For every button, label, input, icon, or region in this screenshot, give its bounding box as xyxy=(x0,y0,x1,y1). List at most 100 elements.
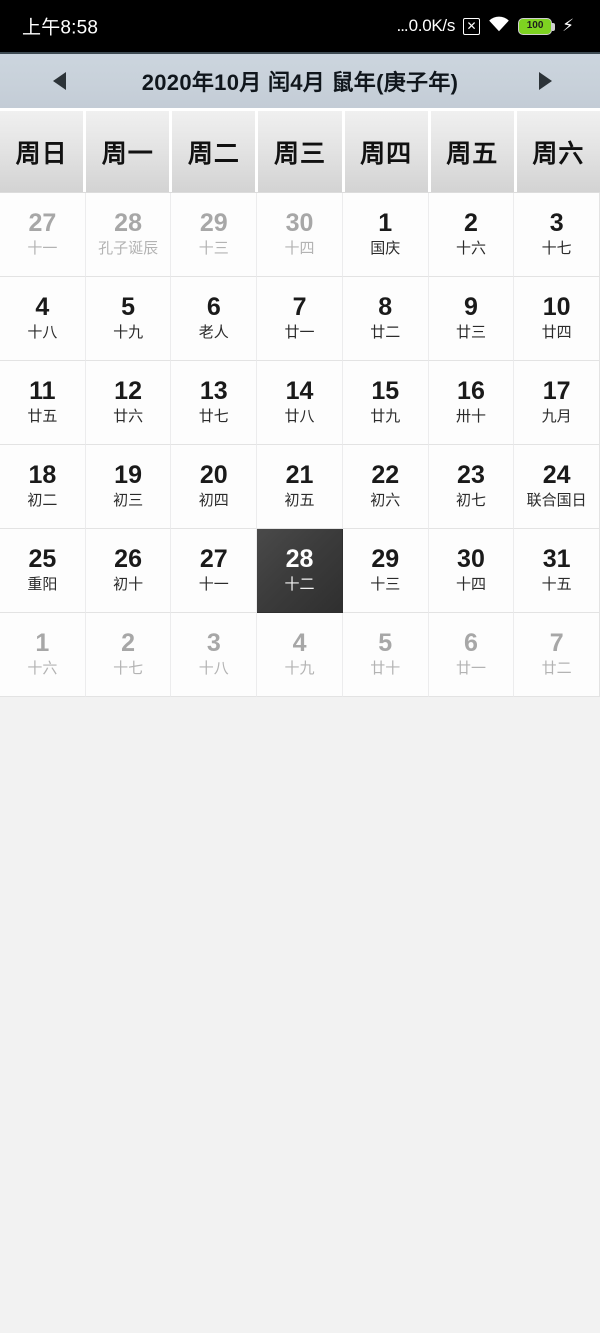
status-bar: 上午8:58 ... 0.0K/s ✕ 100 ⚡ xyxy=(0,0,600,52)
day-number: 9 xyxy=(464,293,478,322)
calendar-day-cell[interactable]: 6 老人 xyxy=(171,277,258,361)
calendar-day-cell[interactable]: 26 初十 xyxy=(85,529,172,613)
calendar-day-cell[interactable]: 14 廿八 xyxy=(257,361,343,445)
lunar-label: 初二 xyxy=(27,492,58,510)
calendar-day-cell[interactable]: 10 廿四 xyxy=(514,277,600,361)
calendar-day-cell[interactable]: 7 廿一 xyxy=(257,277,343,361)
calendar-day-cell[interactable]: 17 九月 xyxy=(514,361,600,445)
calendar-day-cell[interactable]: 18 初二 xyxy=(0,445,86,529)
calendar-day-cell[interactable]: 20 初四 xyxy=(171,445,258,529)
day-number: 13 xyxy=(199,377,228,406)
weekday-label: 周六 xyxy=(532,139,585,168)
day-number: 5 xyxy=(378,629,393,658)
calendar-day-cell[interactable]: 31 十五 xyxy=(514,529,600,613)
calendar-day-cell[interactable]: 29 十三 xyxy=(171,193,258,277)
calendar-day-cell[interactable]: 28 孔子诞辰 xyxy=(85,193,172,277)
calendar-day-cell[interactable]: 1 国庆 xyxy=(342,193,429,277)
calendar-week-row: 4 十八 5 十九 6 老人 7 廿一 8 廿二 9 廿三 10 廿四 xyxy=(0,277,600,361)
prev-month-button[interactable] xyxy=(42,64,76,98)
day-number: 27 xyxy=(28,209,57,238)
calendar-day-cell[interactable]: 13 廿七 xyxy=(171,361,258,445)
calendar-day-cell[interactable]: 30 十四 xyxy=(257,193,343,277)
calendar-day-cell[interactable]: 19 初三 xyxy=(85,445,172,529)
lunar-label: 廿八 xyxy=(284,408,315,426)
calendar-day-cell[interactable]: 6 廿一 xyxy=(428,613,515,697)
weekday-label: 周二 xyxy=(187,139,240,168)
calendar-day-cell[interactable]: 1 十六 xyxy=(0,613,86,697)
day-number: 30 xyxy=(457,545,485,574)
calendar-day-cell[interactable]: 24 联合国日 xyxy=(514,445,600,529)
lunar-label: 廿一 xyxy=(455,660,486,678)
day-number: 22 xyxy=(371,461,400,490)
next-month-button[interactable] xyxy=(528,64,562,98)
day-number: 5 xyxy=(121,293,136,322)
calendar-day-cell[interactable]: 15 廿九 xyxy=(342,361,429,445)
lunar-label: 十六 xyxy=(455,240,486,258)
day-number: 28 xyxy=(114,209,142,238)
calendar-week-row: 25 重阳 26 初十 27 十一 28 十二 29 十三 30 十四 31 十五 xyxy=(0,529,600,613)
calendar-day-cell[interactable]: 7 廿二 xyxy=(514,613,600,697)
lunar-label: 十二 xyxy=(284,576,315,594)
day-number: 21 xyxy=(285,461,314,490)
lunar-label: 国庆 xyxy=(370,240,401,258)
calendar-day-cell[interactable]: 30 十四 xyxy=(428,529,515,613)
weekday-header-cell: 周二 xyxy=(172,111,256,192)
day-number: 4 xyxy=(35,293,50,322)
weekday-header-cell: 周一 xyxy=(86,111,170,192)
lunar-label: 十八 xyxy=(198,660,229,678)
calendar-day-cell[interactable]: 16 卅十 xyxy=(428,361,515,445)
lunar-label: 十九 xyxy=(284,660,315,678)
calendar-day-cell[interactable]: 11 廿五 xyxy=(0,361,86,445)
calendar-day-cell[interactable]: 2 十六 xyxy=(428,193,515,277)
calendar-day-cell[interactable]: 4 十八 xyxy=(0,277,86,361)
day-number: 3 xyxy=(549,209,564,238)
lunar-label: 十七 xyxy=(541,240,572,258)
lunar-label: 十九 xyxy=(113,324,144,342)
calendar-day-cell-selected[interactable]: 28 十二 xyxy=(257,529,343,613)
network-speed: ... 0.0K/s xyxy=(396,16,455,36)
network-dots: ... xyxy=(396,16,408,35)
calendar-day-cell[interactable]: 23 初七 xyxy=(428,445,515,529)
lunar-label: 十一 xyxy=(198,576,229,594)
calendar-day-cell[interactable]: 3 十八 xyxy=(171,613,258,697)
calendar-day-cell[interactable]: 9 廿三 xyxy=(428,277,515,361)
lunar-label: 廿二 xyxy=(541,660,572,678)
calendar-day-cell[interactable]: 21 初五 xyxy=(257,445,343,529)
lunar-label: 九月 xyxy=(541,408,572,426)
day-number: 28 xyxy=(285,545,314,574)
weekday-header-cell: 周三 xyxy=(258,111,342,192)
calendar-week-row: 27 十一 28 孔子诞辰 29 十三 30 十四 1 国庆 2 十六 3 十七 xyxy=(0,193,600,277)
lunar-label: 十一 xyxy=(27,240,58,258)
calendar-day-cell[interactable]: 8 廿二 xyxy=(342,277,429,361)
calendar-day-cell[interactable]: 4 十九 xyxy=(257,613,343,697)
calendar-day-cell[interactable]: 27 十一 xyxy=(171,529,258,613)
calendar-day-cell[interactable]: 12 廿六 xyxy=(85,361,172,445)
day-number: 19 xyxy=(114,461,142,490)
battery-level: 100 xyxy=(526,20,544,31)
calendar-week-row: 11 廿五 12 廿六 13 廿七 14 廿八 15 廿九 16 卅十 17 九月 xyxy=(0,361,600,445)
calendar-day-cell[interactable]: 2 十七 xyxy=(85,613,172,697)
calendar-day-cell[interactable]: 25 重阳 xyxy=(0,529,86,613)
weekday-header-cell: 周日 xyxy=(0,111,84,192)
lunar-label: 十五 xyxy=(541,576,572,594)
lunar-label: 孔子诞辰 xyxy=(98,240,159,258)
calendar-title-bar: 2020年10月 闰4月 鼠年(庚子年) xyxy=(0,52,600,108)
battery-icon: 100 xyxy=(518,17,556,35)
calendar-day-cell[interactable]: 5 廿十 xyxy=(342,613,429,697)
day-number: 26 xyxy=(114,545,142,574)
lunar-label: 联合国日 xyxy=(526,492,587,510)
weekday-header-row: 周日 周一 周二 周三 周四 周五 周六 xyxy=(0,108,600,192)
lunar-label: 廿七 xyxy=(198,408,229,426)
calendar-day-cell[interactable]: 5 十九 xyxy=(85,277,172,361)
day-number: 4 xyxy=(292,629,307,658)
day-number: 2 xyxy=(464,209,478,238)
day-number: 16 xyxy=(457,377,485,406)
calendar-day-cell[interactable]: 29 十三 xyxy=(342,529,429,613)
calendar-week-row: 1 十六 2 十七 3 十八 4 十九 5 廿十 6 廿一 7 廿二 xyxy=(0,613,600,697)
calendar-day-cell[interactable]: 3 十七 xyxy=(514,193,600,277)
calendar-day-cell[interactable]: 22 初六 xyxy=(342,445,429,529)
day-number: 8 xyxy=(378,293,393,322)
weekday-header-cell: 周五 xyxy=(430,111,514,192)
lunar-label: 初四 xyxy=(198,492,229,510)
calendar-day-cell[interactable]: 27 十一 xyxy=(0,193,86,277)
